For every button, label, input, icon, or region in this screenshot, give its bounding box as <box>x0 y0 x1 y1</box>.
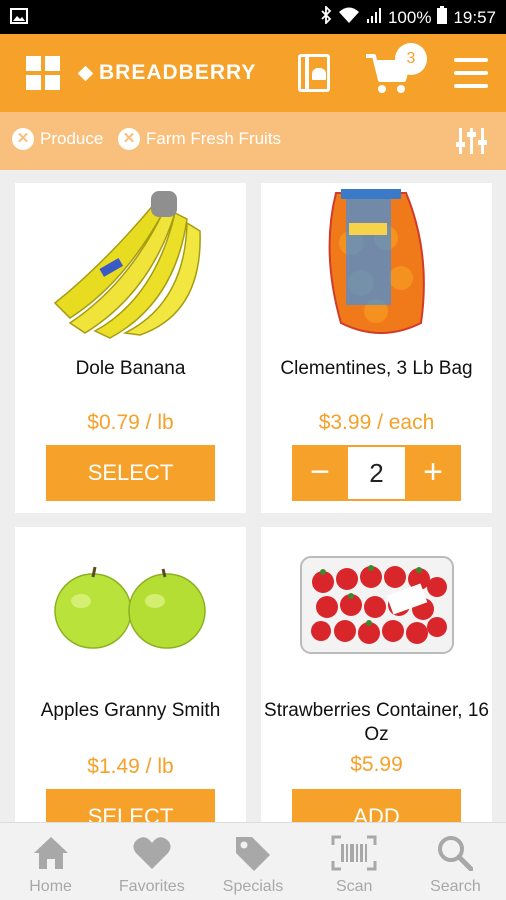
bluetooth-icon <box>320 4 332 29</box>
cart-count-badge: 3 <box>395 43 427 75</box>
remove-filter-icon[interactable]: ✕ <box>118 128 140 150</box>
home-icon <box>33 837 68 869</box>
wifi-icon <box>338 6 360 29</box>
status-bar: 100% 19:57 <box>0 0 506 34</box>
battery-icon <box>437 6 448 29</box>
hamburger-menu-icon[interactable] <box>454 58 488 88</box>
product-price: $3.99 / each <box>318 411 435 434</box>
app-header: BREADBERRY 3 <box>0 34 506 112</box>
product-card-clementines[interactable]: Clementines, 3 Lb Bag $3.99 / each − 2 + <box>261 183 492 513</box>
nav-label: Search <box>430 878 481 895</box>
product-price: $1.49 / lb <box>87 755 174 778</box>
brand-name: BREADBERRY <box>99 61 257 84</box>
filter-chip-produce[interactable]: ✕ Produce <box>12 128 103 150</box>
product-name: Clementines, 3 Lb Bag <box>280 358 473 379</box>
bottom-nav: Home Favorites Specials Scan Search <box>0 822 506 900</box>
nav-label: Scan <box>335 878 373 895</box>
remove-filter-icon[interactable]: ✕ <box>12 128 34 150</box>
signal-icon <box>366 6 382 29</box>
nav-home[interactable]: Home <box>0 823 101 900</box>
product-card-banana[interactable]: Dole Banana $0.79 / lb SELECT <box>15 183 246 513</box>
nav-favorites[interactable]: Favorites <box>101 823 202 900</box>
product-image-strawberries <box>261 527 492 687</box>
decrease-quantity-button[interactable]: − <box>292 445 348 501</box>
quantity-value[interactable]: 2 <box>348 445 405 501</box>
search-icon <box>438 836 474 871</box>
categories-grid-icon[interactable] <box>26 56 60 90</box>
filter-bar: ✕ Produce ✕ Farm Fresh Fruits <box>0 112 506 170</box>
product-name: Apples Granny Smith <box>40 700 221 721</box>
nav-label: Favorites <box>118 878 185 895</box>
filter-chip-farm-fresh-fruits[interactable]: ✕ Farm Fresh Fruits <box>118 128 281 150</box>
product-card-apples[interactable]: Apples Granny Smith $1.49 / lb SELECT <box>15 527 246 845</box>
select-button[interactable]: SELECT <box>46 445 215 501</box>
brand-logo[interactable]: BREADBERRY <box>77 61 257 85</box>
product-name: Strawberries Container, 16 Oz <box>264 700 489 745</box>
nav-search[interactable]: Search <box>405 823 506 900</box>
product-price: $0.79 / lb <box>87 411 174 434</box>
increase-quantity-button[interactable]: + <box>405 445 461 501</box>
product-image-apples <box>15 527 246 687</box>
brand-diamond-icon <box>77 65 94 81</box>
menu-book-icon[interactable] <box>298 54 330 92</box>
clock: 19:57 <box>453 7 496 27</box>
nav-scan[interactable]: Scan <box>304 823 405 900</box>
product-price: $5.99 <box>350 753 403 776</box>
product-name: Dole Banana <box>75 358 186 379</box>
gallery-icon <box>10 8 28 29</box>
heart-icon <box>133 837 171 869</box>
filter-settings-icon[interactable] <box>456 126 488 156</box>
product-card-strawberries[interactable]: Strawberries Container, 16 Oz $5.99 ADD <box>261 527 492 845</box>
filter-chip-label: Produce <box>40 129 104 148</box>
product-image-banana <box>15 183 246 343</box>
battery-percent: 100% <box>387 7 432 27</box>
filter-chip-label: Farm Fresh Fruits <box>146 129 282 148</box>
tag-icon <box>236 837 270 871</box>
quantity-stepper: − 2 + <box>292 445 461 501</box>
barcode-icon <box>331 835 377 871</box>
nav-label: Home <box>29 878 72 895</box>
nav-label: Specials <box>222 878 284 895</box>
product-image-clementines <box>261 183 492 343</box>
nav-specials[interactable]: Specials <box>202 823 303 900</box>
